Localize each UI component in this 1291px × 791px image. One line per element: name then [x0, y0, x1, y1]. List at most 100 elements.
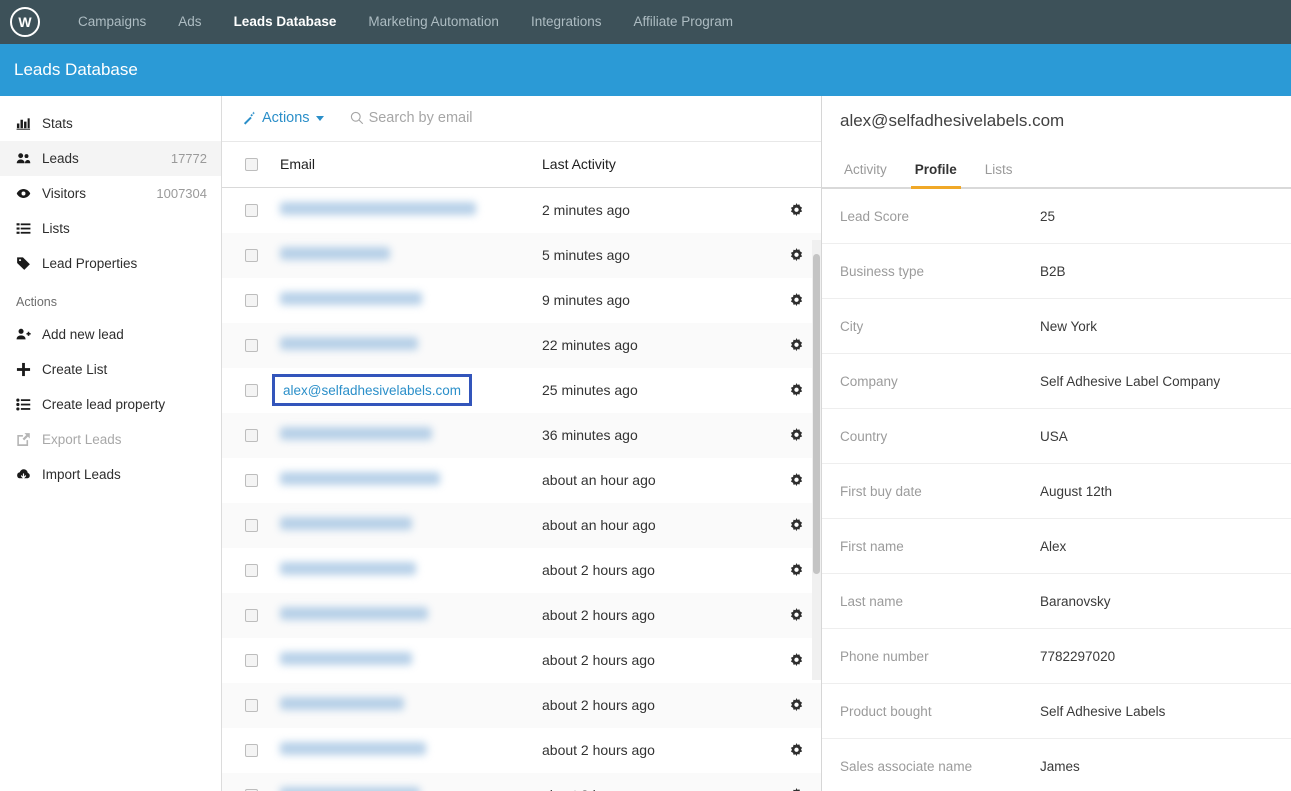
row-checkbox[interactable] [244, 248, 258, 262]
gear-icon[interactable] [789, 652, 804, 668]
tab-activity[interactable]: Activity [840, 162, 901, 187]
gear-icon[interactable] [789, 742, 804, 758]
gear-icon[interactable] [789, 472, 804, 488]
sidebar-item-add-new-lead[interactable]: Add new lead [0, 317, 221, 352]
profile-field-value[interactable]: 25 [1040, 209, 1055, 224]
column-header-email[interactable]: Email [280, 156, 542, 172]
gear-icon[interactable] [789, 427, 804, 443]
row-email-link[interactable] [280, 607, 428, 621]
search-box[interactable] [350, 110, 821, 127]
table-row[interactable]: about 2 hours ago [222, 772, 821, 791]
table-scrollbar[interactable] [812, 240, 821, 680]
row-email-link[interactable] [280, 652, 412, 666]
table-row[interactable]: about an hour ago [222, 502, 821, 548]
gear-icon[interactable] [789, 337, 804, 353]
table-row[interactable]: about 2 hours ago [222, 727, 821, 773]
table-row[interactable]: about an hour ago [222, 457, 821, 503]
search-input[interactable] [368, 110, 669, 127]
row-email-link[interactable] [280, 247, 390, 261]
table-row[interactable]: 5 minutes ago [222, 232, 821, 278]
nav-item-campaigns[interactable]: Campaigns [62, 0, 162, 44]
nav-item-leads-database[interactable]: Leads Database [218, 0, 353, 44]
sidebar-item-export-leads[interactable]: Export Leads [0, 422, 221, 457]
gear-icon[interactable] [789, 382, 804, 398]
tab-lists[interactable]: Lists [971, 162, 1027, 187]
nav-item-ads[interactable]: Ads [162, 0, 217, 44]
row-email-link[interactable] [280, 697, 404, 711]
app-logo-icon[interactable]: W [10, 7, 40, 37]
table-row[interactable]: about 2 hours ago [222, 547, 821, 593]
gear-icon[interactable] [789, 247, 804, 263]
gear-icon[interactable] [789, 202, 804, 218]
row-email-link[interactable] [280, 292, 422, 306]
sidebar-item-label: Visitors [42, 186, 87, 201]
row-email-link[interactable]: alex@selfadhesivelabels.com [283, 383, 461, 398]
sidebar-item-create-list[interactable]: Create List [0, 352, 221, 387]
row-checkbox[interactable] [244, 698, 258, 712]
row-checkbox[interactable] [244, 383, 258, 397]
row-email-link[interactable] [280, 742, 426, 756]
table-row[interactable]: 9 minutes ago [222, 277, 821, 323]
profile-field-value[interactable]: New York [1040, 319, 1097, 334]
profile-field-label: Phone number [840, 648, 929, 664]
row-email-cell [280, 427, 542, 443]
gear-icon[interactable] [789, 607, 804, 623]
sidebar-item-leads[interactable]: Leads 17772 [0, 141, 221, 176]
sidebar-item-lead-properties[interactable]: Lead Properties [0, 246, 221, 281]
profile-field-value[interactable]: James [1040, 759, 1080, 774]
table-row[interactable]: about 2 hours ago [222, 592, 821, 638]
nav-item-integrations[interactable]: Integrations [515, 0, 618, 44]
row-checkbox[interactable] [244, 743, 258, 757]
row-checkbox[interactable] [244, 518, 258, 532]
gear-icon[interactable] [789, 697, 804, 713]
row-email-link[interactable] [280, 337, 418, 351]
row-email-link[interactable] [280, 202, 476, 216]
table-row[interactable]: alex@selfadhesivelabels.com 25 minutes ag… [222, 367, 821, 413]
row-email-link[interactable] [280, 787, 420, 791]
table-row[interactable]: 36 minutes ago [222, 412, 821, 458]
scrollbar-thumb[interactable] [813, 254, 820, 574]
gear-icon[interactable] [789, 517, 804, 533]
row-checkbox[interactable] [244, 473, 258, 487]
table-row[interactable]: about 2 hours ago [222, 637, 821, 683]
row-checkbox[interactable] [244, 203, 258, 217]
nav-item-affiliate-program[interactable]: Affiliate Program [618, 0, 750, 44]
sidebar-item-import-leads[interactable]: Import Leads [0, 457, 221, 492]
gear-icon[interactable] [789, 562, 804, 578]
row-checkbox[interactable] [244, 608, 258, 622]
sidebar-item-stats[interactable]: Stats [0, 106, 221, 141]
profile-field-value[interactable]: B2B [1040, 264, 1066, 279]
row-checkbox[interactable] [244, 428, 258, 442]
profile-field-value[interactable]: USA [1040, 429, 1068, 444]
row-checkbox[interactable] [244, 293, 258, 307]
row-email-link[interactable] [280, 427, 432, 441]
table-row[interactable]: 2 minutes ago [222, 187, 821, 233]
profile-field-label: Last name [840, 593, 904, 609]
row-email-link[interactable] [280, 517, 412, 531]
select-all-checkbox[interactable] [244, 157, 258, 171]
column-header-last-activity[interactable]: Last Activity [542, 156, 771, 172]
table-row[interactable]: about 2 hours ago [222, 682, 821, 728]
tab-profile[interactable]: Profile [901, 162, 971, 190]
profile-field-value[interactable]: Self Adhesive Labels [1040, 704, 1165, 719]
gear-icon[interactable] [789, 292, 804, 308]
profile-field-value[interactable]: Alex [1040, 539, 1066, 554]
profile-field-label: Sales associate name [840, 758, 973, 774]
row-checkbox[interactable] [244, 653, 258, 667]
nav-item-marketing-automation[interactable]: Marketing Automation [352, 0, 515, 44]
profile-field-value[interactable]: Self Adhesive Label Company [1040, 374, 1220, 389]
table-row[interactable]: 22 minutes ago [222, 322, 821, 368]
actions-dropdown-button[interactable]: Actions [242, 110, 324, 126]
sidebar-item-create-lead-property[interactable]: Create lead property [0, 387, 221, 422]
row-select-cell [222, 743, 280, 757]
row-checkbox[interactable] [244, 338, 258, 352]
row-email-link[interactable] [280, 472, 440, 486]
profile-field-value[interactable]: 7782297020 [1040, 649, 1115, 664]
profile-field-value[interactable]: Baranovsky [1040, 594, 1111, 609]
profile-field-value[interactable]: August 12th [1040, 484, 1112, 499]
row-checkbox[interactable] [244, 563, 258, 577]
sidebar-item-visitors[interactable]: Visitors 1007304 [0, 176, 221, 211]
row-email-link[interactable] [280, 562, 416, 576]
sidebar-item-lists[interactable]: Lists [0, 211, 221, 246]
row-select-cell [222, 518, 280, 532]
